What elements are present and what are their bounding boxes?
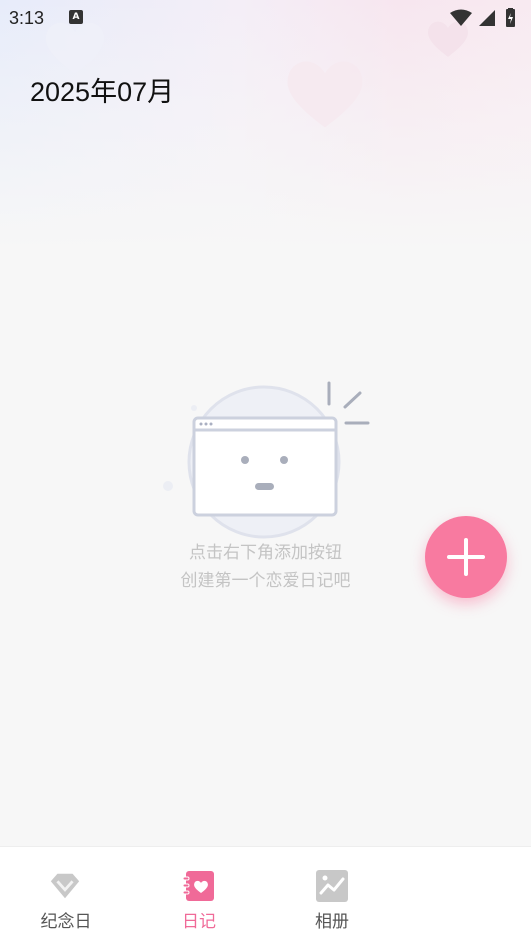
nav-label-anniversary: 纪念日 bbox=[40, 912, 92, 932]
diamond-icon bbox=[50, 873, 80, 899]
nav-item-diary[interactable]: 日记 bbox=[139, 847, 259, 946]
diary-heart-icon bbox=[182, 871, 214, 901]
nav-item-anniversary[interactable]: 纪念日 bbox=[6, 847, 126, 946]
decorative-heart-icon bbox=[287, 61, 363, 128]
bottom-navigation: 纪念日 日记 相册 bbox=[0, 846, 531, 946]
add-diary-button[interactable] bbox=[425, 516, 507, 598]
nav-fade-overlay bbox=[355, 847, 531, 946]
empty-browser-face-icon bbox=[163, 381, 370, 539]
month-title[interactable]: 2025年07月 bbox=[30, 70, 174, 109]
wifi-icon bbox=[450, 9, 472, 26]
nav-label-diary: 日记 bbox=[182, 912, 216, 932]
plus-icon bbox=[447, 538, 485, 576]
signal-icon bbox=[479, 10, 495, 26]
photo-icon bbox=[316, 870, 348, 902]
status-bar: 3:13 A bbox=[0, 0, 531, 36]
a-icon: A bbox=[69, 10, 83, 24]
status-icons bbox=[450, 8, 515, 27]
status-time: 3:13 bbox=[9, 8, 45, 28]
